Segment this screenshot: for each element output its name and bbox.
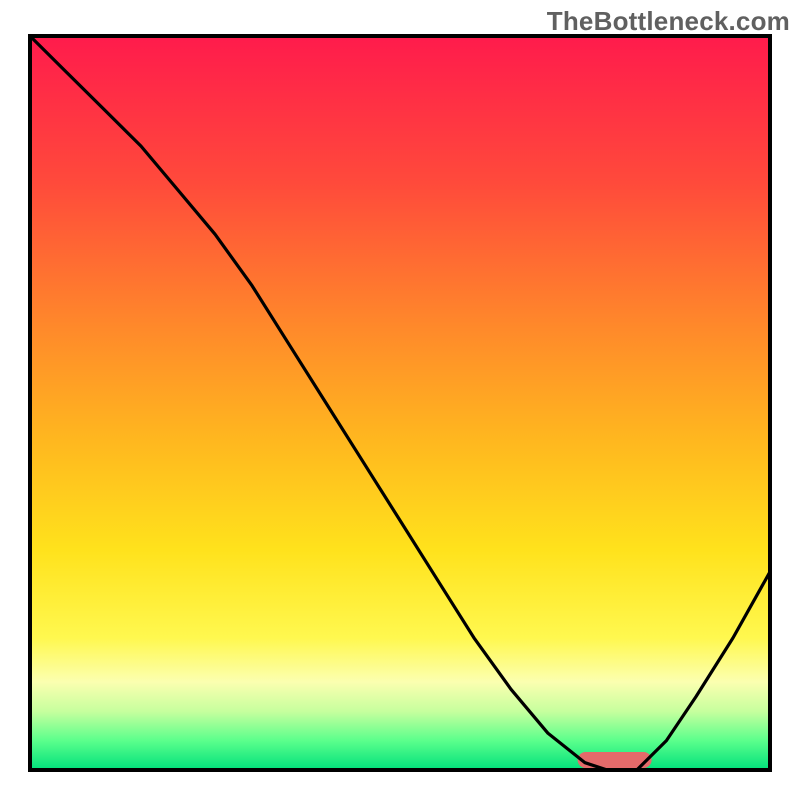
watermark-label: TheBottleneck.com — [547, 6, 790, 37]
plot-area — [30, 36, 770, 770]
chart-svg — [0, 0, 800, 800]
chart-container: TheBottleneck.com — [0, 0, 800, 800]
